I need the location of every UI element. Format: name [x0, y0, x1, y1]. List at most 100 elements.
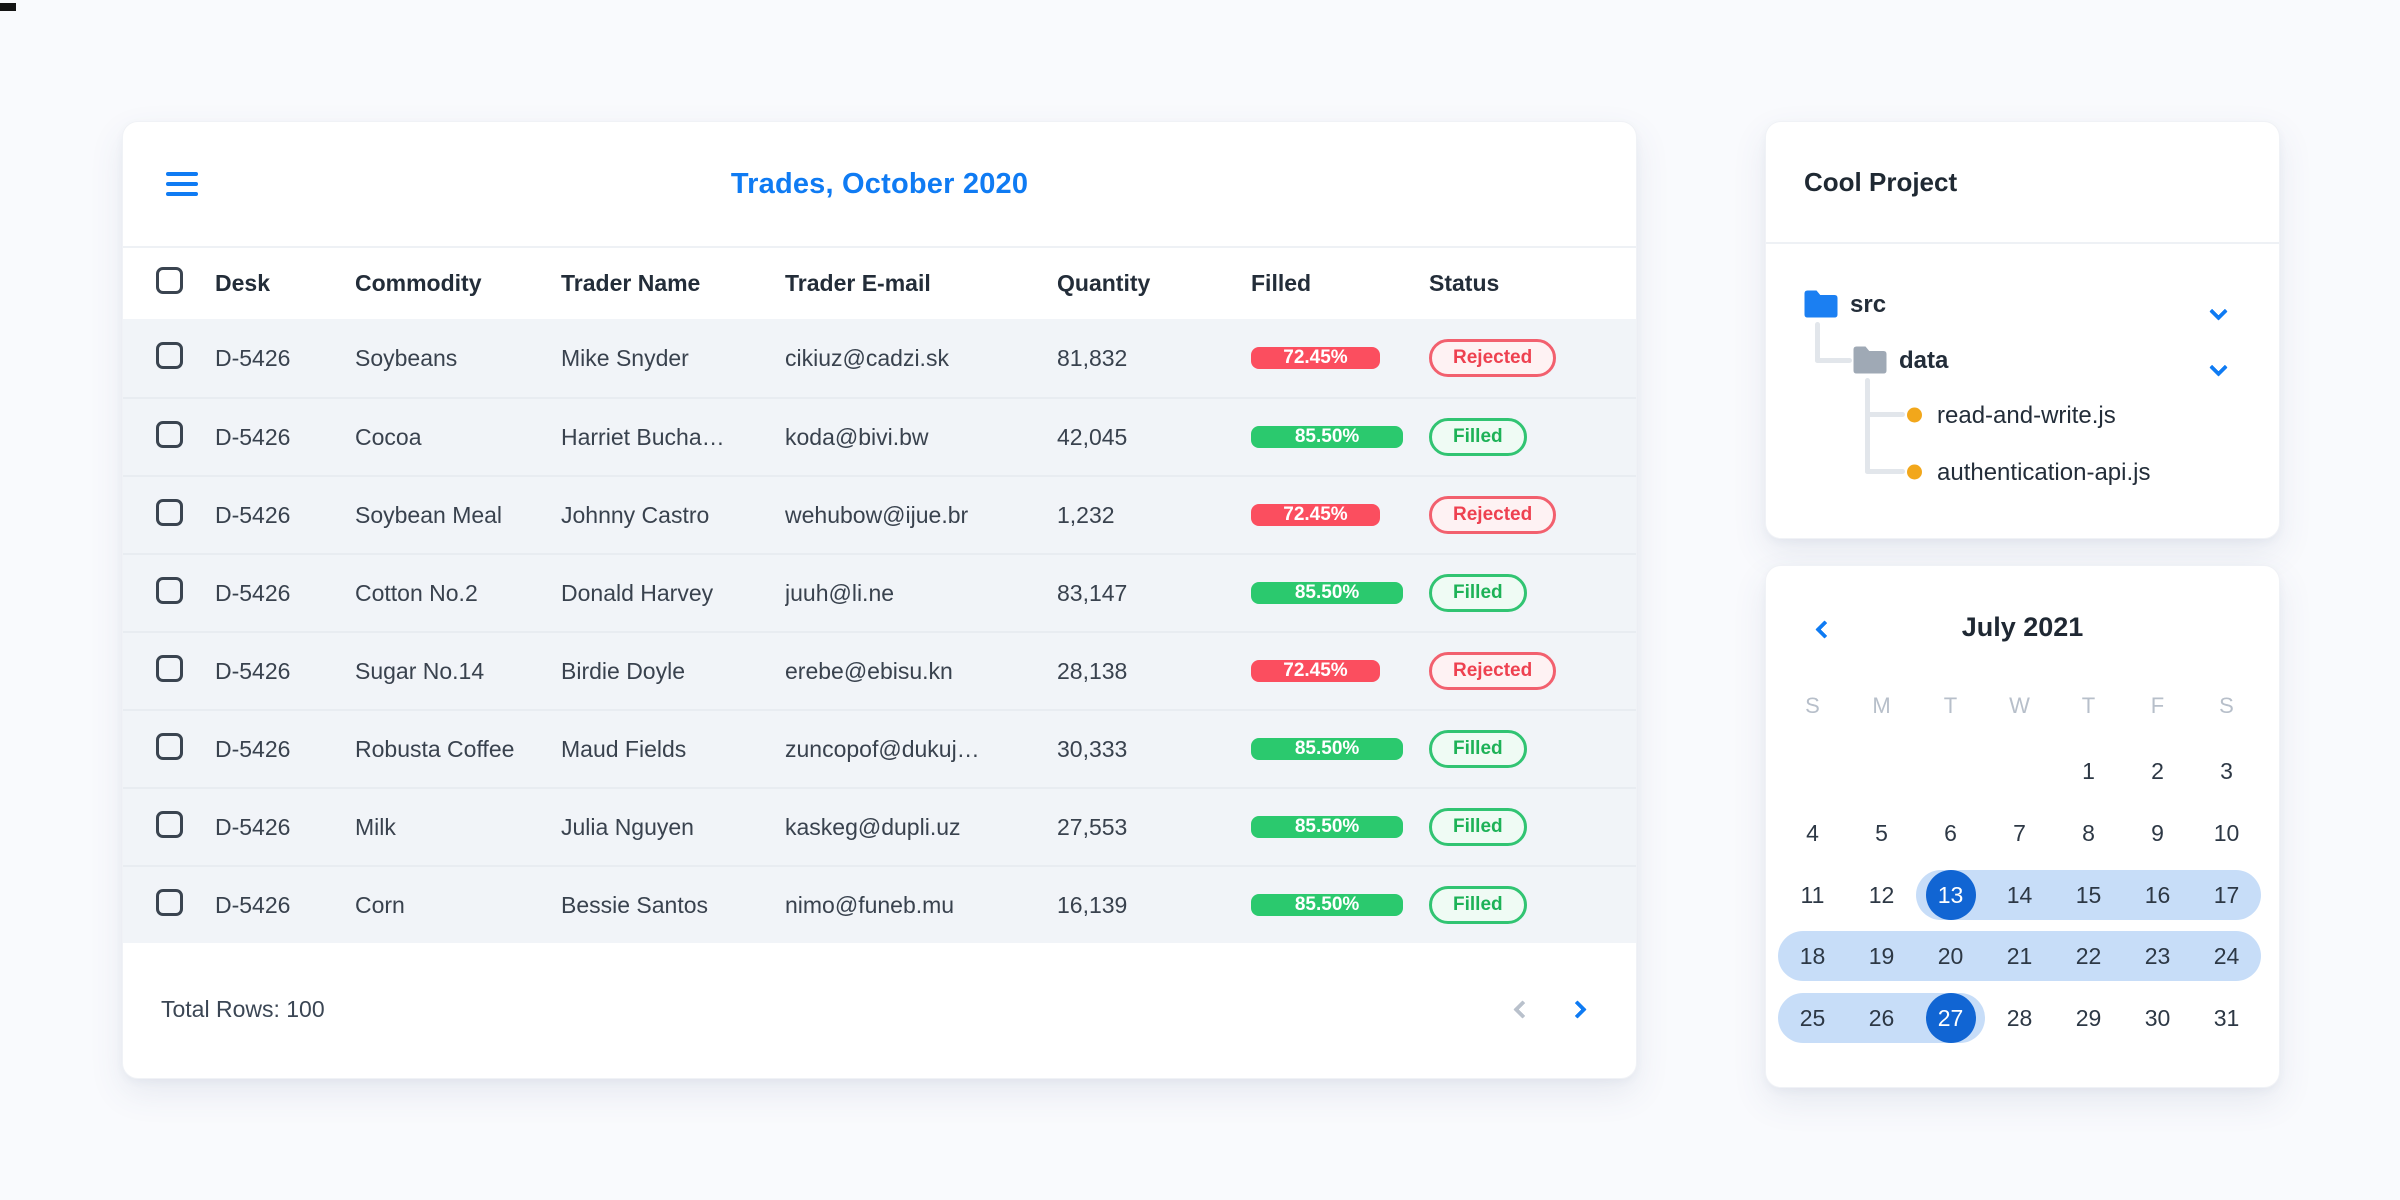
bullet-dot-icon: [1907, 464, 1922, 480]
menu-icon[interactable]: [166, 172, 198, 196]
tree-item-file[interactable]: read-and-write.js: [1937, 402, 2116, 430]
calendar-day[interactable]: 8: [2064, 808, 2114, 858]
cell-trader-email: koda@bivi.bw: [785, 423, 929, 450]
row-checkbox-cell: [156, 888, 215, 922]
calendar-day[interactable]: 19: [1857, 931, 1907, 981]
calendar-day[interactable]: 16: [2133, 870, 2183, 920]
row-checkbox[interactable]: [156, 888, 183, 916]
tree-item-src[interactable]: src: [1850, 291, 1886, 319]
weekday-label: W: [2009, 693, 2030, 718]
calendar-day[interactable]: 21: [1995, 931, 2045, 981]
cell-quantity: 42,045: [1057, 423, 1128, 450]
calendar-day[interactable]: 31: [2202, 993, 2252, 1043]
cell-trader-email: kaskeg@dupli.uz: [785, 813, 961, 840]
calendar-day[interactable]: 14: [1995, 870, 2045, 920]
chevron-down-icon[interactable]: [2209, 302, 2228, 321]
cell-filled: 85.50%: [1251, 426, 1429, 448]
calendar-day: [1857, 746, 1907, 796]
row-checkbox[interactable]: [156, 654, 183, 682]
row-checkbox[interactable]: [156, 810, 183, 838]
status-badge: Filled: [1429, 730, 1527, 768]
filled-progress-track: 85.50%: [1251, 894, 1429, 916]
calendar-day[interactable]: 26: [1857, 993, 1907, 1043]
cell-status: Rejected: [1429, 496, 1636, 534]
row-checkbox[interactable]: [156, 420, 183, 448]
calendar-week-row: 4 5 6 7 8 9 10: [1778, 805, 2261, 861]
calendar-day[interactable]: 12: [1857, 870, 1907, 920]
cell-status: Filled: [1429, 418, 1636, 456]
cell-trader-name: Donald Harvey: [561, 579, 714, 606]
calendar-day[interactable]: 20: [1926, 931, 1976, 981]
calendar-day[interactable]: 24: [2202, 931, 2252, 981]
filled-progress-fill: 85.50%: [1251, 582, 1404, 604]
calendar-day[interactable]: 5: [1857, 808, 1907, 858]
calendar-day[interactable]: 29: [2064, 993, 2114, 1043]
calendar-day-selected[interactable]: 27: [1925, 993, 1976, 1043]
cell-status: Filled: [1429, 574, 1636, 612]
tree-connector: [1865, 412, 1905, 417]
calendar-day[interactable]: 6: [1926, 808, 1976, 858]
calendar-day[interactable]: 17: [2202, 870, 2252, 920]
cell-trader-email: nimo@funeb.mu: [785, 891, 955, 918]
calendar-day[interactable]: 9: [2133, 808, 2183, 858]
file-tree: src data read-and-write.js authenticatio…: [1766, 244, 2279, 538]
header-checkbox-cell: [156, 267, 215, 300]
col-trader-email: Trader E-mail: [785, 270, 931, 296]
tree-item-file[interactable]: authentication-api.js: [1937, 459, 2150, 487]
filled-progress-fill: 72.45%: [1251, 504, 1380, 526]
col-trader-name: Trader Name: [561, 270, 701, 296]
row-checkbox[interactable]: [156, 498, 183, 526]
calendar-day[interactable]: 15: [2064, 870, 2114, 920]
cell-commodity: Cotton No.2: [355, 579, 478, 606]
calendar-week-row: 18 19 20 21 22 23 24: [1778, 928, 2261, 984]
cell-quantity: 1,232: [1057, 501, 1115, 528]
calendar-day[interactable]: 23: [2133, 931, 2183, 981]
table-header-row: Desk Commodity Trader Name Trader E-mail…: [123, 248, 1636, 319]
calendar-day[interactable]: 28: [1995, 993, 2045, 1043]
filled-progress-track: 85.50%: [1251, 738, 1429, 760]
next-page-icon[interactable]: [1568, 1000, 1587, 1019]
calendar-day[interactable]: 30: [2133, 993, 2183, 1043]
cell-commodity: Sugar No.14: [355, 657, 485, 684]
calendar-day: [1788, 746, 1838, 796]
calendar-day[interactable]: 2: [2133, 746, 2183, 796]
row-checkbox[interactable]: [156, 341, 183, 369]
row-checkbox[interactable]: [156, 732, 183, 760]
calendar-day[interactable]: 22: [2064, 931, 2114, 981]
col-commodity: Commodity: [355, 270, 482, 296]
trades-titlebar: Trades, October 2020: [123, 122, 1636, 248]
calendar-day-selected[interactable]: 13: [1925, 870, 1976, 920]
cell-desk: D-5426: [215, 423, 291, 450]
cell-commodity: Corn: [355, 891, 405, 918]
calendar-day[interactable]: 25: [1788, 993, 1838, 1043]
row-checkbox-cell: [156, 498, 215, 532]
filled-progress-track: 85.50%: [1251, 816, 1429, 838]
calendar-day[interactable]: 7: [1995, 808, 2045, 858]
prev-page-icon[interactable]: [1513, 1000, 1532, 1019]
calendar-day[interactable]: 18: [1788, 931, 1838, 981]
tree-connector: [1815, 322, 1820, 363]
table-row: D-5426 Corn Bessie Santos nimo@funeb.mu 16,1…: [123, 865, 1636, 943]
status-badge: Filled: [1429, 886, 1527, 924]
table-body: D-5426 Soybeans Mike Snyder cikiuz@cadzi.sk…: [123, 319, 1636, 943]
calendar-day[interactable]: 11: [1788, 870, 1838, 920]
cell-desk: D-5426: [215, 344, 291, 371]
calendar-day[interactable]: 10: [2202, 808, 2252, 858]
row-checkbox-cell: [156, 732, 215, 766]
cell-trader-email: erebe@ebisu.kn: [785, 657, 953, 684]
select-all-checkbox[interactable]: [156, 267, 183, 294]
status-badge: Filled: [1429, 808, 1527, 846]
cell-commodity: Soybean Meal: [355, 501, 503, 528]
calendar-day[interactable]: 3: [2202, 746, 2252, 796]
row-checkbox[interactable]: [156, 576, 183, 604]
cell-commodity: Soybeans: [355, 344, 458, 371]
tree-item-data[interactable]: data: [1899, 347, 1948, 375]
table-row: D-5426 Sugar No.14 Birdie Doyle erebe@ebisu…: [123, 631, 1636, 709]
filled-progress-track: 72.45%: [1251, 504, 1429, 526]
calendar-day[interactable]: 4: [1788, 808, 1838, 858]
status-badge: Filled: [1429, 418, 1527, 456]
filled-progress-fill: 85.50%: [1251, 738, 1404, 760]
cell-trader-name: Julia Nguyen: [561, 813, 694, 840]
calendar-day[interactable]: 1: [2064, 746, 2114, 796]
chevron-down-icon[interactable]: [2209, 358, 2228, 377]
